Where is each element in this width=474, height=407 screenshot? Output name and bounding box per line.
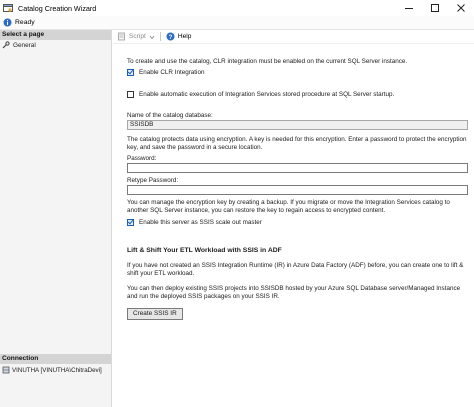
password-field[interactable] bbox=[127, 163, 468, 173]
adf-para-2: You can then deploy existing SSIS projec… bbox=[127, 285, 461, 300]
info-icon bbox=[3, 18, 12, 27]
enable-clr-checkbox[interactable] bbox=[127, 68, 134, 76]
create-ssis-ir-button[interactable]: Create SSIS IR bbox=[127, 308, 183, 320]
svg-text:?: ? bbox=[169, 35, 173, 41]
connection-item[interactable]: VINUTHA [VINUTHA\ChitraDevi] bbox=[0, 366, 111, 374]
title-bar: Catalog Creation Wizard bbox=[0, 0, 474, 16]
help-icon: ? bbox=[166, 32, 175, 41]
scale-out-label: Enable this server as SSIS scale out mas… bbox=[139, 218, 262, 226]
script-label: Script bbox=[129, 33, 146, 40]
retype-password-label: Retype Password: bbox=[127, 177, 179, 184]
create-ir-wrap: Create SSIS IR bbox=[127, 308, 471, 320]
page-item-label: General bbox=[13, 41, 36, 49]
chevron-down-icon[interactable] bbox=[149, 34, 155, 40]
maximize-icon[interactable] bbox=[422, 0, 448, 16]
backup-note: You can manage the encryption key by cre… bbox=[127, 199, 450, 214]
left-pane: Select a page General Connection VINUTHA… bbox=[0, 30, 112, 407]
toolbar: Script ? Help bbox=[113, 30, 474, 44]
password-label: Password: bbox=[127, 155, 157, 162]
catalog-name-label: Name of the catalog database: bbox=[127, 112, 213, 119]
script-button[interactable]: Script bbox=[117, 32, 155, 41]
scale-out-checkbox[interactable] bbox=[127, 218, 134, 226]
encryption-note: The catalog protects data using encrypti… bbox=[127, 136, 467, 151]
scale-out-row[interactable]: Enable this server as SSIS scale out mas… bbox=[127, 217, 471, 227]
auto-exec-checkbox[interactable] bbox=[127, 90, 134, 98]
clr-note: To create and use the catalog, CLR integ… bbox=[127, 58, 408, 65]
retype-password-field[interactable] bbox=[127, 185, 468, 195]
wrench-icon bbox=[2, 41, 10, 49]
catalog-name-field[interactable]: SSISDB bbox=[127, 120, 468, 130]
server-icon bbox=[2, 366, 10, 374]
main-pane: Script ? Help To create and use the cata… bbox=[113, 30, 474, 407]
adf-heading: Lift & Shift Your ETL Workload with SSIS… bbox=[127, 247, 282, 254]
script-icon bbox=[118, 32, 125, 41]
window-title: Catalog Creation Wizard bbox=[18, 3, 97, 13]
help-label: Help bbox=[177, 33, 192, 40]
wizard-icon bbox=[3, 3, 13, 13]
enable-clr-label: Enable CLR Integration bbox=[139, 68, 205, 76]
help-button[interactable]: ? Help bbox=[166, 32, 192, 41]
connection-label: VINUTHA [VINUTHA\ChitraDevi] bbox=[12, 366, 102, 374]
select-page-header: Select a page bbox=[0, 30, 111, 40]
close-icon[interactable] bbox=[448, 0, 474, 16]
general-page: To create and use the catalog, CLR integ… bbox=[127, 58, 471, 320]
adf-para-1: If you have not created an SSIS Integrat… bbox=[127, 262, 464, 277]
page-item-general[interactable]: General bbox=[0, 40, 111, 50]
auto-exec-row[interactable]: Enable automatic execution of Integratio… bbox=[127, 89, 471, 99]
enable-clr-row[interactable]: Enable CLR Integration bbox=[127, 67, 471, 77]
connection-header: Connection bbox=[0, 354, 111, 364]
minimize-icon[interactable] bbox=[396, 0, 422, 16]
status-bar: Ready bbox=[0, 16, 474, 30]
toolbar-separator bbox=[159, 32, 161, 41]
auto-exec-label: Enable automatic execution of Integratio… bbox=[139, 90, 395, 98]
status-text: Ready bbox=[15, 19, 35, 26]
